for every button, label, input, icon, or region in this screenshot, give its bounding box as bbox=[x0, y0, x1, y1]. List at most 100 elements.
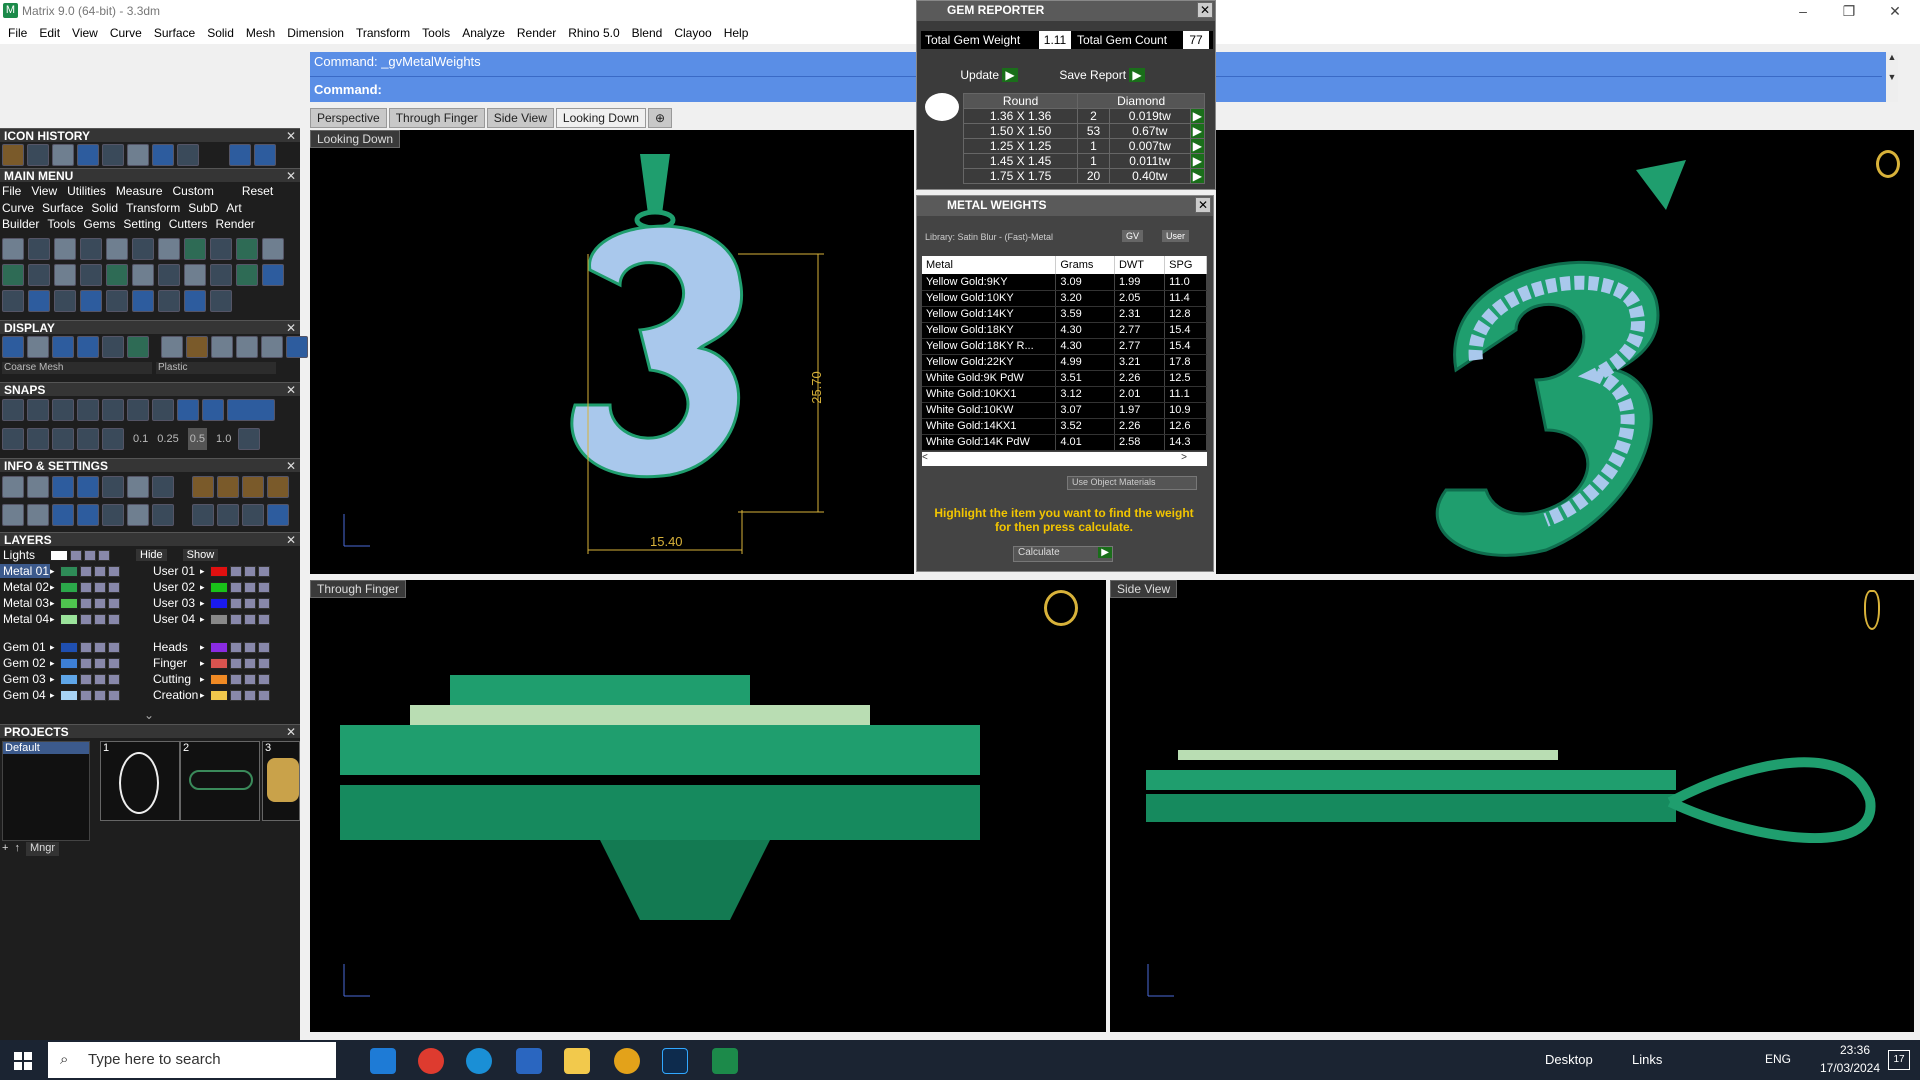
gem-row[interactable]: 1.45 X 1.45 1 0.011tw ▶ bbox=[962, 153, 1206, 169]
layer-toggle[interactable] bbox=[244, 597, 256, 609]
links-label[interactable]: Links bbox=[1632, 1052, 1662, 1067]
layer-toggle[interactable] bbox=[94, 689, 106, 701]
main-menu-custom[interactable]: Custom bbox=[173, 184, 214, 198]
layer-toggle[interactable] bbox=[108, 613, 120, 625]
info-icon[interactable] bbox=[2, 476, 24, 498]
info-icon[interactable] bbox=[152, 476, 174, 498]
layer-toggle[interactable] bbox=[258, 581, 270, 593]
layer-row[interactable]: Gem 03 ▸ bbox=[0, 672, 120, 686]
metal-row[interactable]: Yellow Gold:22KY 4.99 3.21 17.8 bbox=[922, 354, 1207, 371]
layer-row[interactable]: Gem 04 ▸ bbox=[0, 688, 120, 702]
back-arrow-icon[interactable] bbox=[229, 144, 251, 166]
expand-icon[interactable]: ▸ bbox=[50, 566, 60, 577]
tool-icon[interactable] bbox=[262, 238, 284, 260]
layer-row[interactable]: Metal 02 ▸ bbox=[0, 580, 120, 594]
add-project-icon[interactable]: + bbox=[2, 842, 8, 856]
layer-row[interactable]: Creation ▸ bbox=[150, 688, 270, 702]
tool-icon[interactable] bbox=[184, 290, 206, 312]
history-tool-icon[interactable] bbox=[52, 144, 74, 166]
expand-icon[interactable]: ▸ bbox=[50, 658, 60, 669]
layer-toggle[interactable] bbox=[258, 657, 270, 669]
menu-clayoo[interactable]: Clayoo bbox=[668, 26, 717, 40]
ring-view-icon[interactable] bbox=[1876, 150, 1900, 178]
info-icon[interactable] bbox=[77, 476, 99, 498]
metal-row[interactable]: Yellow Gold:9KY 3.09 1.99 11.0 bbox=[922, 274, 1207, 291]
grams-header[interactable]: Grams bbox=[1055, 256, 1115, 274]
layer-toggle[interactable] bbox=[108, 565, 120, 577]
lights-swatch[interactable] bbox=[50, 549, 68, 561]
layer-toggle[interactable] bbox=[258, 613, 270, 625]
layer-toggle[interactable] bbox=[230, 673, 242, 685]
metal-header[interactable]: Metal bbox=[922, 256, 1057, 274]
store-icon[interactable] bbox=[516, 1048, 542, 1074]
layer-color-swatch[interactable] bbox=[210, 565, 228, 577]
gem-row[interactable]: 1.50 X 1.50 53 0.67tw ▶ bbox=[962, 123, 1206, 139]
spg-header[interactable]: SPG bbox=[1164, 256, 1207, 274]
layer-color-swatch[interactable] bbox=[210, 689, 228, 701]
main-menu-setting[interactable]: Setting bbox=[123, 217, 160, 231]
layer-toggle[interactable] bbox=[80, 565, 92, 577]
layer-toggle[interactable] bbox=[258, 641, 270, 653]
tab-side-view[interactable]: Side View bbox=[486, 108, 554, 128]
horizontal-scrollbar[interactable]: < > bbox=[922, 452, 1207, 466]
layer-row[interactable]: Metal 04 ▸ bbox=[0, 612, 120, 626]
snaps-header[interactable]: SNAPS ✕ bbox=[0, 382, 300, 397]
project-default[interactable]: Default bbox=[3, 742, 89, 754]
history-tool-icon[interactable] bbox=[152, 144, 174, 166]
metal-row[interactable]: Yellow Gold:14KY 3.59 2.31 12.8 bbox=[922, 306, 1207, 323]
info-icon[interactable] bbox=[242, 504, 264, 526]
gem-reporter-close-icon[interactable]: ✕ bbox=[1197, 2, 1213, 18]
layer-toggle[interactable] bbox=[244, 641, 256, 653]
snap-icon[interactable] bbox=[102, 428, 124, 450]
tool-icon[interactable] bbox=[106, 238, 128, 260]
display-icon[interactable] bbox=[52, 336, 74, 358]
layer-toggle[interactable] bbox=[80, 581, 92, 593]
metal-row[interactable]: Yellow Gold:10KY 3.20 2.05 11.4 bbox=[922, 290, 1207, 307]
expand-icon[interactable]: ▸ bbox=[200, 566, 210, 577]
menu-transform[interactable]: Transform bbox=[350, 26, 416, 40]
display-icon[interactable] bbox=[77, 336, 99, 358]
tab-through-finger[interactable]: Through Finger bbox=[388, 108, 485, 128]
tool-icon[interactable] bbox=[28, 264, 50, 286]
viewport-looking-down[interactable]: Looking Down 15.40 25.70 bbox=[310, 130, 914, 574]
gem-row[interactable]: 1.25 X 1.25 1 0.007tw ▶ bbox=[962, 138, 1206, 154]
snap-value-3[interactable]: 0.5 bbox=[187, 428, 208, 450]
search-icon[interactable] bbox=[27, 476, 49, 498]
main-menu-tools[interactable]: Tools bbox=[47, 217, 75, 231]
menu-render[interactable]: Render bbox=[511, 26, 562, 40]
layer-toggle[interactable] bbox=[244, 565, 256, 577]
snap-icon[interactable] bbox=[2, 399, 24, 421]
metal-row[interactable]: White Gold:10KW 3.07 1.97 10.9 bbox=[922, 402, 1207, 419]
tool-icon[interactable] bbox=[132, 290, 154, 312]
update-button[interactable]: Update ▶ bbox=[957, 66, 1021, 84]
layer-toggle[interactable] bbox=[230, 641, 242, 653]
project-thumbnail-2[interactable]: 2 bbox=[180, 741, 260, 821]
snap-icon[interactable] bbox=[152, 399, 174, 421]
metal-weights-close-icon[interactable]: ✕ bbox=[1195, 197, 1211, 213]
expand-icon[interactable]: ▸ bbox=[200, 614, 210, 625]
clock-time[interactable]: 23:36 bbox=[1820, 1043, 1890, 1057]
snap-value-1[interactable]: 0.1 bbox=[133, 428, 148, 450]
tool-icon[interactable] bbox=[236, 238, 258, 260]
layer-toggle[interactable] bbox=[258, 689, 270, 701]
desktop-label[interactable]: Desktop bbox=[1545, 1052, 1593, 1067]
layer-color-swatch[interactable] bbox=[60, 581, 78, 593]
layer-toggle[interactable] bbox=[230, 565, 242, 577]
info-icon[interactable] bbox=[52, 476, 74, 498]
tool-icon[interactable] bbox=[132, 264, 154, 286]
tool-icon[interactable] bbox=[80, 290, 102, 312]
layer-toggle[interactable] bbox=[244, 689, 256, 701]
tool-icon[interactable] bbox=[262, 264, 284, 286]
taskbar-search[interactable]: ⌕ Type here to search bbox=[48, 1042, 336, 1078]
metal-row[interactable]: White Gold:14K PdW 4.01 2.58 14.3 bbox=[922, 434, 1207, 451]
viewport-perspective[interactable] bbox=[1216, 130, 1914, 574]
tool-icon[interactable] bbox=[54, 238, 76, 260]
expand-icon[interactable]: ▸ bbox=[50, 582, 60, 593]
layer-toggle[interactable] bbox=[258, 597, 270, 609]
chrome-icon[interactable] bbox=[614, 1048, 640, 1074]
main-menu-art[interactable]: Art bbox=[226, 201, 241, 215]
layer-toggle[interactable] bbox=[80, 657, 92, 669]
expand-icon[interactable]: ▸ bbox=[50, 598, 60, 609]
layer-color-swatch[interactable] bbox=[210, 673, 228, 685]
snap-icon[interactable] bbox=[77, 428, 99, 450]
